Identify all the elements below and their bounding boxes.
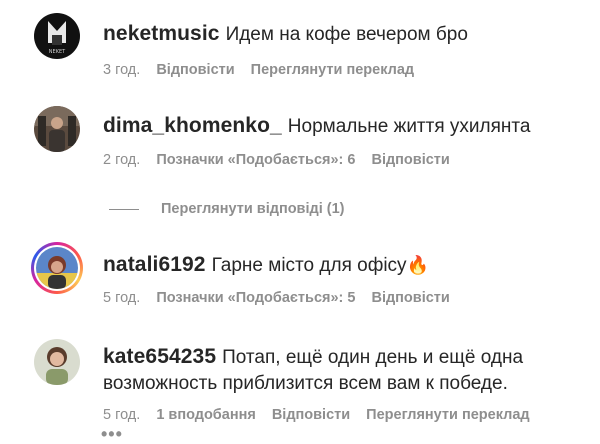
comment-text-continued: возможность приблизится всем вам к побед… (103, 373, 508, 394)
comment-meta: 5 год. 1 вподобання Відповісти Переглянути … (103, 405, 546, 425)
svg-text:NEKET: NEKET (49, 49, 66, 55)
reply-button[interactable]: Відповісти (272, 407, 350, 423)
fire-emoji: 🔥 (406, 255, 429, 275)
comment-line: neketmusic Идем на кофе вечером бро (103, 20, 590, 48)
more-options-icon[interactable]: ••• (101, 425, 123, 443)
comment-time: 5 год. (103, 290, 141, 306)
comment-username[interactable]: dima_khomenko_ (103, 114, 282, 137)
avatar-image (34, 106, 80, 152)
avatar-dima_khomenko[interactable] (34, 106, 80, 152)
comment-line-2: возможность приблизится всем вам к побед… (103, 370, 590, 397)
comment-time: 3 год. (103, 62, 141, 78)
avatar-kate654235[interactable] (34, 339, 80, 385)
avatar-image: NEKET (34, 13, 80, 59)
comment-time: 2 год. (103, 152, 141, 168)
comment-meta: 5 год. Позначки «Подобається»: 5 Відповіст… (103, 288, 466, 308)
comment-text: Нормальне життя ухилянта (287, 116, 531, 137)
comment-line: dima_khomenko_ Нормальне життя ухилянта (103, 112, 590, 140)
replies-divider (109, 208, 139, 210)
comment-text: Потап, ещё один день и ещё одна (222, 347, 524, 368)
reply-button[interactable]: Відповісти (371, 290, 449, 306)
comment-line: kate654235 Потап, ещё один день и ещё одн… (103, 343, 590, 371)
view-replies-label: Переглянути відповіді (1) (161, 201, 345, 217)
translate-button[interactable]: Переглянути переклад (366, 407, 529, 423)
comment-line: natali6192 Гарне місто для офісу🔥 (103, 251, 590, 279)
translate-button[interactable]: Переглянути переклад (251, 62, 414, 78)
comment-text: Идем на кофе вечером бро (225, 24, 468, 45)
comment-username[interactable]: neketmusic (103, 22, 220, 45)
comment-meta: 2 год. Позначки «Подобається»: 6 Відповіст… (103, 150, 466, 170)
avatar-natali6192 (36, 247, 78, 289)
story-ring[interactable] (31, 242, 83, 294)
likes-count[interactable]: Позначки «Подобається»: 6 (156, 152, 355, 168)
avatar-neketmusic[interactable]: NEKET (34, 13, 80, 59)
reply-button[interactable]: Відповісти (371, 152, 449, 168)
likes-count[interactable]: Позначки «Подобається»: 5 (156, 290, 355, 306)
avatar-image (36, 247, 78, 289)
avatar-image (34, 339, 80, 385)
comment-username[interactable]: kate654235 (103, 345, 216, 368)
reply-button[interactable]: Відповісти (156, 62, 234, 78)
likes-count[interactable]: 1 вподобання (156, 407, 256, 423)
comment-text: Гарне місто для офісу (211, 255, 407, 276)
comment-username[interactable]: natali6192 (103, 253, 206, 276)
comment-time: 5 год. (103, 407, 141, 423)
view-replies-button[interactable]: Переглянути відповіді (1) (109, 199, 345, 219)
comment-meta: 3 год. Відповісти Переглянути переклад (103, 60, 430, 80)
